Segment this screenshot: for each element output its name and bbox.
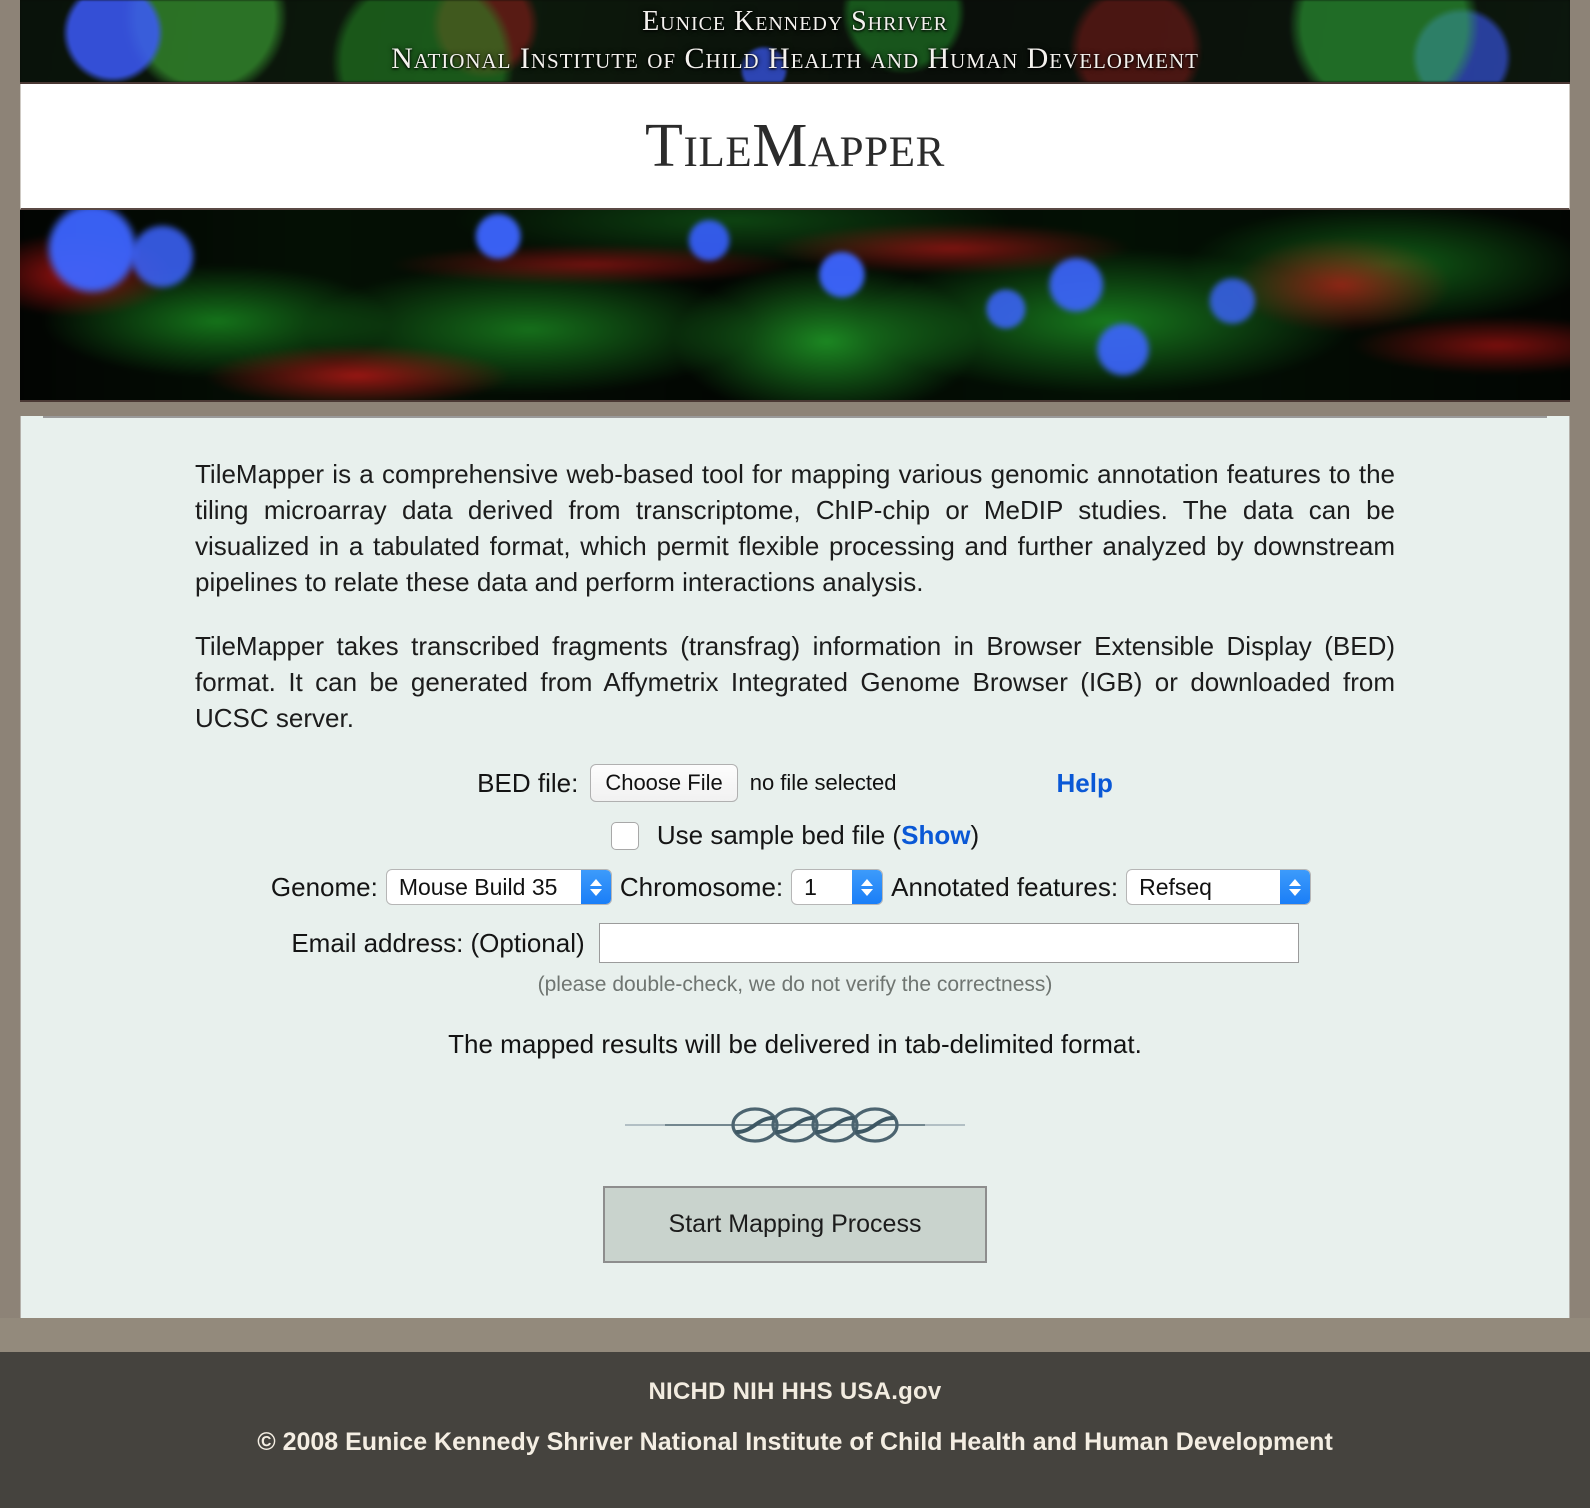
sample-bed-row: Use sample bed file (Show) (21, 820, 1569, 851)
genome-select-value: Mouse Build 35 (398, 873, 558, 900)
site-footer: NICHD NIH HHS USA.gov © 2008 Eunice Kenn… (0, 1352, 1590, 1508)
footer-agency-links[interactable]: NICHD NIH HHS USA.gov (648, 1378, 941, 1405)
genome-options-row: Genome: Mouse Build 35 Chromosome: 1 Ann… (21, 869, 1569, 905)
stepper-arrows-icon (1280, 870, 1311, 904)
sample-bed-text-after: ) (970, 820, 980, 850)
choose-file-button[interactable]: Choose File (590, 764, 738, 802)
chromosome-label: Chromosome: (619, 871, 784, 902)
genome-select[interactable]: Mouse Build 35 (385, 869, 612, 905)
sample-bed-label: Use sample bed file (Show) (657, 820, 979, 851)
genome-label: Genome: (270, 871, 378, 902)
stepper-arrows-icon (580, 870, 611, 904)
page-root: Eunice Kennedy Shriver National Institut… (0, 0, 1590, 1508)
page-title: TileMapper (645, 112, 945, 180)
neuron-photo-banner (20, 210, 1570, 402)
use-sample-bed-checkbox[interactable] (610, 821, 639, 850)
sample-bed-text-before: Use sample bed file ( (656, 820, 902, 850)
bed-file-label: BED file: (477, 767, 579, 798)
chromosome-select-value: 1 (804, 873, 817, 900)
title-band: TileMapper (20, 84, 1570, 210)
footer-copyright: © 2008 Eunice Kennedy Shriver National I… (257, 1428, 1333, 1456)
dna-helix-icon (625, 1107, 965, 1143)
help-link[interactable]: Help (1056, 768, 1112, 799)
email-input[interactable] (598, 923, 1299, 963)
nichd-banner: Eunice Kennedy Shriver National Institut… (20, 0, 1570, 84)
nichd-line-2: National Institute of Child Health and H… (391, 42, 1199, 75)
annotated-features-select[interactable]: Refseq (1126, 869, 1312, 905)
footer-taupe-band (0, 1318, 1590, 1352)
file-status-text: no file selected (749, 770, 897, 795)
email-label: Email address: (Optional) (291, 927, 585, 958)
email-note: (please double-check, we do not verify t… (537, 973, 1053, 996)
intro-text: TileMapper is a comprehensive web-based … (195, 418, 1395, 736)
annotated-features-label: Annotated features: (891, 871, 1119, 902)
chromosome-select[interactable]: 1 (791, 869, 884, 905)
helix-divider (21, 1102, 1569, 1148)
site-frame: Eunice Kennedy Shriver National Institut… (20, 0, 1570, 1371)
email-row: Email address: (Optional) (21, 923, 1569, 963)
annotated-features-select-value: Refseq (1139, 873, 1212, 900)
show-sample-link[interactable]: Show (901, 820, 970, 850)
delivery-format-note: The mapped results will be delivered in … (448, 1029, 1142, 1059)
bed-file-row: BED file: Choose File no file selected H… (21, 764, 1569, 802)
neuron-image (20, 210, 1570, 400)
stepper-arrows-icon (852, 870, 883, 904)
footer-links[interactable]: NICHD NIH HHS USA.gov (0, 1352, 1590, 1406)
nichd-banner-text: Eunice Kennedy Shriver National Institut… (20, 0, 1570, 78)
main-content: TileMapper is a comprehensive web-based … (20, 416, 1570, 1371)
mapping-form: BED file: Choose File no file selected H… (21, 764, 1569, 1263)
intro-paragraph-2: TileMapper takes transcribed fragments (… (195, 631, 1395, 733)
intro-paragraph-1: TileMapper is a comprehensive web-based … (195, 459, 1395, 597)
submit-row: Start Mapping Process (21, 1186, 1569, 1263)
nichd-line-1: Eunice Kennedy Shriver (642, 6, 948, 37)
start-mapping-button[interactable]: Start Mapping Process (602, 1186, 988, 1263)
